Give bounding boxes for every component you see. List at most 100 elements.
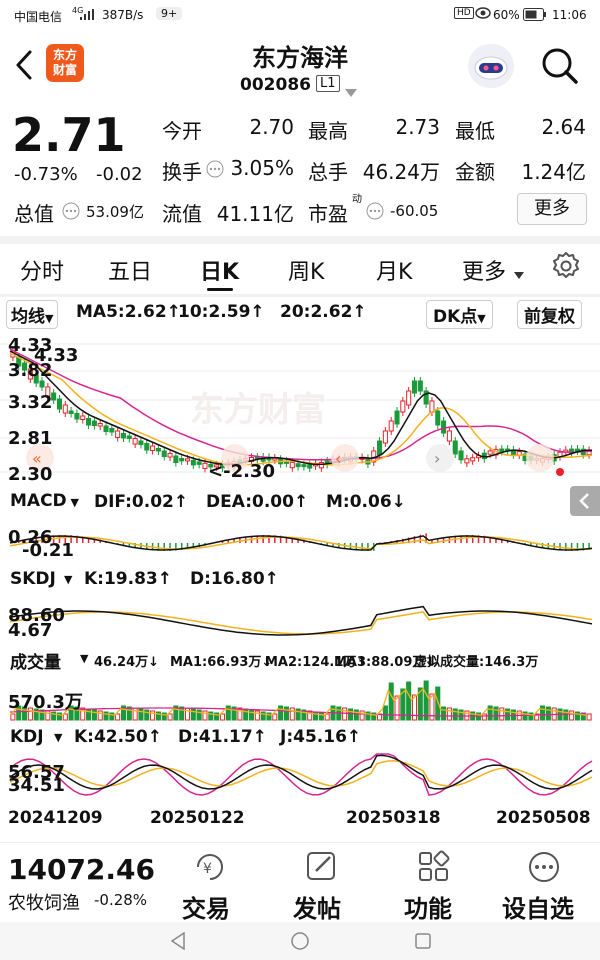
total-value-label: 总值 [14, 202, 54, 226]
tab-daily-k[interactable]: 日K [200, 254, 239, 286]
tab-minute[interactable]: 分时 [20, 254, 64, 286]
tab-monthly-k[interactable]: 月K [376, 254, 412, 286]
volume-bar [342, 707, 348, 721]
kdj-d: D:41.17↑ [178, 727, 267, 747]
volume-label[interactable]: 成交量 [10, 648, 61, 673]
divider [0, 236, 600, 244]
dea-line [9, 536, 593, 550]
trade-icon[interactable]: ¥ [192, 849, 228, 885]
volume-bar [138, 708, 144, 721]
candle [56, 398, 63, 410]
index-name[interactable]: 农牧饲渔 [8, 889, 80, 915]
post-button[interactable]: 发帖 [293, 889, 341, 924]
volume-chart [9, 680, 592, 721]
nav-back-icon[interactable] [170, 932, 186, 950]
volume-bar [586, 713, 592, 721]
chevron-down-icon[interactable]: ▼ [54, 731, 62, 744]
add-watchlist-button[interactable]: 设自选 [502, 889, 574, 924]
volume-bar [10, 713, 16, 721]
volume-bar [91, 709, 97, 721]
skdj-k: K:19.83↑ [84, 569, 172, 589]
kdj-label[interactable]: KDJ [10, 727, 44, 747]
tab-five-day[interactable]: 五日 [108, 254, 152, 286]
y-tick: 3.32 [8, 392, 53, 413]
min-price-label: <-2.30 [208, 461, 275, 482]
index-value[interactable]: 14072.46 [8, 853, 155, 886]
skdj-d-line [9, 611, 593, 635]
nav-recents-icon[interactable] [414, 932, 432, 950]
candle [103, 425, 109, 432]
pe-sup: 动 [352, 194, 362, 205]
app-header: 东方 财富 东方海洋 002086 L1 [0, 30, 600, 102]
adjust-button[interactable]: 前复权 [517, 300, 582, 329]
candle [138, 440, 144, 445]
turnover-label: 换手 [162, 160, 202, 184]
volume-bar [452, 708, 458, 721]
functions-button[interactable]: 功能 [404, 889, 452, 924]
bottom-toolbar: 14072.46 农牧饲渔 -0.28% ¥ 交易 发帖 功能 设自选 [0, 842, 600, 924]
nav-home-icon[interactable] [290, 931, 310, 951]
collapse-left-icon[interactable] [570, 486, 600, 516]
volume-bar [86, 708, 92, 721]
volume-label: 总手 [308, 160, 348, 184]
more-button[interactable]: 更多 [517, 193, 587, 225]
chevron-down-icon[interactable] [514, 264, 524, 283]
search-icon[interactable] [540, 46, 580, 90]
chevron-down-icon[interactable]: ▼ [80, 652, 88, 665]
volume-bar [446, 707, 452, 721]
volume-bar [219, 713, 225, 721]
chevron-down-icon[interactable]: ▼ [64, 573, 72, 586]
macd-select[interactable]: MACD ▼ [6, 490, 83, 512]
candle [377, 440, 383, 456]
more-dots-icon[interactable] [526, 849, 562, 885]
candle [86, 418, 92, 426]
volume-bar [126, 706, 132, 721]
candle [458, 450, 464, 461]
volume-bar [196, 709, 202, 721]
open-label: 今开 [162, 119, 202, 143]
candle [301, 464, 307, 468]
edit-icon[interactable] [304, 849, 340, 885]
dk-point-button[interactable]: DK点▼ [426, 300, 493, 329]
change-amount: -0.02 [96, 164, 143, 185]
gear-icon[interactable] [550, 250, 582, 286]
info-dots-icon[interactable] [366, 202, 384, 224]
change-percent: -0.73% [14, 164, 78, 185]
volume-bar [569, 710, 575, 721]
volume-bar [545, 706, 551, 721]
chevron-down-icon[interactable] [345, 82, 357, 101]
signal-bars-icon [80, 9, 94, 23]
skdj-label[interactable]: SKDJ [10, 569, 56, 589]
macd-label: MACD [10, 491, 67, 511]
trade-button[interactable]: 交易 [182, 889, 230, 924]
indicator-select[interactable]: 均线▼ [6, 300, 59, 329]
date-label: 20250508 [496, 808, 591, 828]
left-arrow-icon: ‹ [335, 449, 341, 468]
nav-circle[interactable] [526, 444, 554, 472]
candle [464, 458, 470, 464]
candle [289, 461, 295, 469]
grid-icon[interactable] [416, 849, 452, 885]
active-tab-underline [207, 288, 233, 291]
level-badge[interactable]: L1 [316, 75, 340, 92]
candle [132, 438, 138, 445]
kline-chart[interactable]: 东方财富 « ‹ › [0, 326, 600, 486]
float-value: 41.11亿 [216, 202, 294, 226]
ma10-label: 10:2.59↑ [178, 302, 265, 322]
info-dots-icon[interactable] [62, 202, 80, 224]
candle [91, 420, 97, 426]
tab-weekly-k[interactable]: 周K [288, 254, 324, 286]
info-dots-icon[interactable] [206, 160, 224, 182]
dk-marker [556, 468, 564, 476]
volume-top: 570.3万 [8, 692, 83, 713]
robot-avatar-icon[interactable] [468, 44, 514, 88]
chevron-down-icon: ▼ [66, 496, 79, 509]
volume-bar [423, 680, 429, 721]
tab-more[interactable]: 更多 [462, 254, 506, 286]
candle [307, 464, 313, 469]
candle [446, 430, 452, 442]
candle [190, 459, 196, 466]
candle [97, 423, 103, 427]
system-nav-bar [0, 922, 600, 960]
clock: 11:06 [552, 8, 587, 22]
